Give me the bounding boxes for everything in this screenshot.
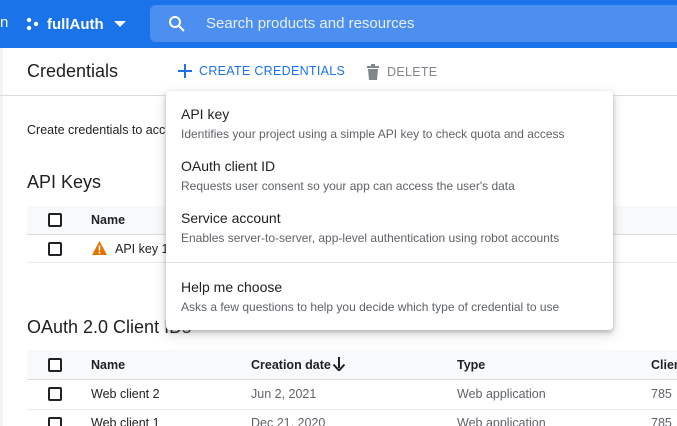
page-title: Credentials [27, 61, 119, 81]
delete-button[interactable]: DELETE [366, 64, 437, 80]
delete-label: DELETE [387, 65, 438, 79]
select-all-oauth-checkbox[interactable] [48, 358, 62, 372]
menu-item-help-me-choose[interactable]: Help me choose Asks a few questions to h… [166, 279, 613, 314]
column-header-name: Name [91, 358, 126, 372]
menu-item-title: API key [181, 106, 230, 122]
column-header-client-id: Clien [651, 358, 677, 372]
search-input[interactable] [206, 15, 677, 32]
api-key-name-link[interactable]: API key 1 [115, 242, 169, 256]
row-checkbox[interactable] [48, 242, 62, 256]
client-type: Web application [457, 387, 546, 401]
menu-item-api-key[interactable]: API key Identifies your project using a … [166, 106, 613, 141]
create-credentials-menu: API key Identifies your project using a … [166, 91, 613, 330]
create-credentials-label: CREATE CREDENTIALS [199, 64, 346, 78]
creation-date: Dec 21, 2020 [251, 416, 326, 426]
column-header-name: Name [91, 213, 126, 227]
arrow-down-icon[interactable] [333, 357, 345, 371]
page-header: Credentials CREATE CREDENTIALS DELETE [0, 48, 677, 96]
table-row: Web client 1 Dec 21, 2020 Web applicatio… [27, 410, 677, 426]
menu-item-service-account[interactable]: Service account Enables server-to-server… [166, 210, 613, 245]
chevron-down-icon [113, 21, 126, 27]
client-name-link[interactable]: Web client 2 [91, 387, 160, 401]
intro-text: Create credentials to acc [27, 123, 166, 137]
menu-item-title: Help me choose [181, 279, 283, 295]
search-bar[interactable] [150, 5, 677, 42]
plus-icon [178, 64, 192, 78]
client-type: Web application [457, 416, 546, 426]
project-hexagon-icon [26, 17, 39, 31]
creation-date: Jun 2, 2021 [251, 387, 317, 401]
menu-divider [166, 262, 613, 263]
client-id: 785 [651, 387, 672, 401]
column-header-type: Type [457, 358, 486, 372]
table-row: Web client 2 Jun 2, 2021 Web application… [27, 380, 677, 410]
menu-item-title: OAuth client ID [181, 158, 276, 174]
left-rail [0, 48, 3, 426]
trash-icon [367, 64, 379, 80]
row-checkbox[interactable] [48, 387, 62, 401]
menu-item-description: Requests user consent so your app can ac… [181, 179, 515, 193]
client-id: 785 [651, 416, 672, 426]
menu-item-description: Identifies your project using a simple A… [181, 127, 565, 141]
menu-edge-glyph: n [0, 14, 9, 31]
warning-icon [92, 241, 107, 255]
menu-item-title: Service account [181, 210, 281, 226]
menu-item-description: Asks a few questions to help you decide … [181, 300, 560, 314]
select-all-api-keys-checkbox[interactable] [48, 213, 62, 227]
search-icon [169, 15, 185, 32]
column-header-creation-date[interactable]: Creation date [251, 358, 331, 372]
create-credentials-button[interactable]: CREATE CREDENTIALS [178, 64, 345, 78]
project-name: fullAuth [47, 15, 104, 33]
menu-item-description: Enables server-to-server, app-level auth… [181, 231, 560, 245]
project-selector[interactable]: fullAuth [25, 12, 126, 36]
api-keys-title: API Keys [27, 172, 102, 192]
oauth-table-header: Name Creation date Type Clien [27, 350, 677, 380]
client-name-link[interactable]: Web client 1 [91, 416, 160, 426]
row-checkbox[interactable] [48, 417, 62, 426]
top-app-bar: n fullAuth [0, 0, 677, 48]
menu-item-oauth-client-id[interactable]: OAuth client ID Requests user consent so… [166, 158, 613, 193]
